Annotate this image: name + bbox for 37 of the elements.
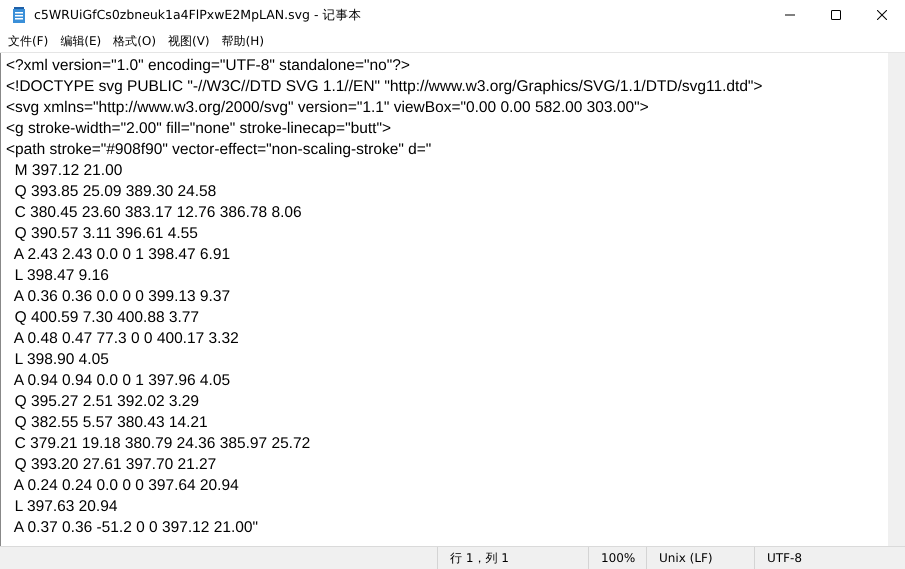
menu-item[interactable]: 帮助(H) — [216, 32, 270, 50]
text-line: Q 393.85 25.09 389.30 24.58 — [14, 182, 218, 202]
text-line: L 397.63 20.94 — [14, 497, 118, 517]
cursor-position: 行 1，列 1 — [437, 547, 588, 569]
line-ending: Unix (LF) — [646, 547, 754, 569]
text-line: Q 393.20 27.61 397.70 21.27 — [14, 455, 218, 475]
text-line: A 0.24 0.24 0.0 0 0 397.64 20.94 — [12, 476, 240, 496]
menu-item[interactable]: 文件(F) — [2, 32, 54, 50]
text-line: C 380.45 23.60 383.17 12.76 386.78 8.06 — [14, 203, 303, 223]
text-line: <!DOCTYPE svg PUBLIC "-//W3C//DTD SVG 1.1//EN" "http://www.w3.org/Graphics/SVG/1.1/DTD/svg11.dtd"> — [6, 77, 764, 97]
text-line: Q 382.55 5.57 380.43 14.21 — [14, 413, 209, 433]
text-line: C 379.21 19.18 380.79 24.36 385.97 25.72 — [14, 434, 312, 454]
menu-item[interactable]: 格式(O) — [107, 32, 162, 50]
text-line: Q 390.57 3.11 396.61 4.55 — [14, 224, 199, 244]
close-icon — [877, 10, 887, 20]
text-line: A 2.43 2.43 0.0 0 1 398.47 6.91 — [12, 245, 232, 265]
text-line: A 0.37 0.36 -51.2 0 0 397.12 21.00" — [12, 518, 259, 538]
text-line: A 0.48 0.47 77.3 0 0 400.17 3.32 — [12, 329, 240, 349]
text-line: <g stroke-width="2.00" fill="none" stroke-linecap="butt"> — [6, 119, 392, 139]
text-line: Q 395.27 2.51 392.02 3.29 — [14, 392, 200, 412]
window-title: c5WRUiGfCs0zbneuk1a4FlPxwE2MpLAN.svg - 记事本 — [34, 6, 362, 24]
zoom-level: 100% — [588, 547, 646, 569]
text-line: L 398.47 9.16 — [14, 266, 110, 286]
notepad-icon — [12, 6, 26, 24]
text-line: M 397.12 21.00 — [14, 161, 124, 181]
menu-item[interactable]: 编辑(E) — [54, 32, 108, 50]
text-line: <?xml version="1.0" encoding="UTF-8" standalone="no"?> — [6, 56, 411, 76]
text-line: <svg xmlns="http://www.w3.org/2000/svg" version="1.1" viewBox="0.00 0.00 582.00 303.00"> — [6, 98, 650, 118]
menu-item[interactable]: 视图(V) — [162, 32, 216, 50]
text-line: L 398.90 4.05 — [14, 350, 110, 370]
text-line: Q 400.59 7.30 400.88 3.77 — [14, 308, 200, 328]
scrollbar[interactable] — [888, 53, 905, 546]
text-line: <path stroke="#908f90" vector-effect="non-scaling-stroke" d=" — [6, 140, 432, 160]
encoding: UTF-8 — [754, 547, 905, 569]
text-line: A 0.36 0.36 0.0 0 0 399.13 9.37 — [12, 287, 232, 307]
text-line: A 0.94 0.94 0.0 0 1 397.96 4.05 — [12, 371, 232, 391]
maximize-icon — [831, 10, 841, 20]
